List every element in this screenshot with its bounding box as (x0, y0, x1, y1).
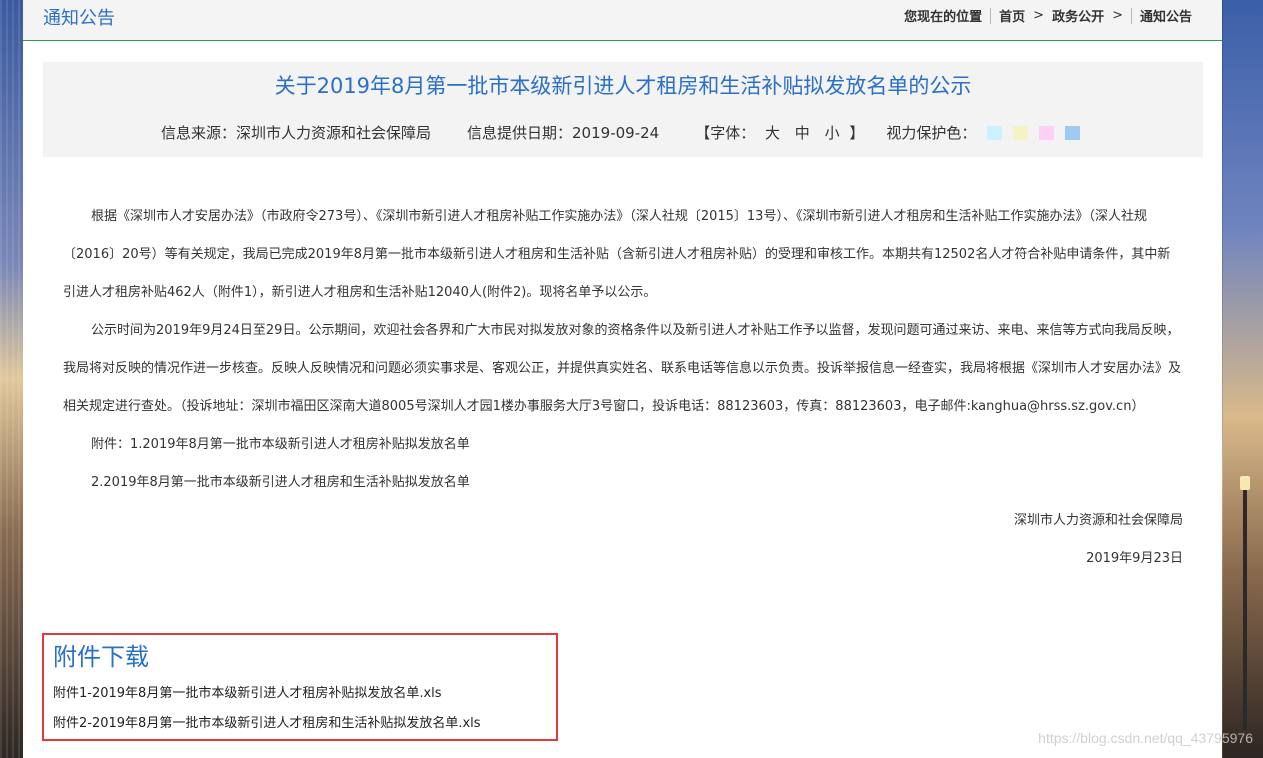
font-small-button[interactable]: 小 (825, 124, 840, 142)
background-left-scenery (0, 0, 23, 758)
attachment-1-link[interactable]: 附件1-2019年8月第一批市本级新引进人才租房补贴拟发放名单.xls (53, 682, 442, 701)
signature: 深圳市人力资源和社会保障局 (1013, 513, 1183, 528)
attachment-note-1: 附件：1.2019年8月第一批市本级新引进人才租房补贴拟发放名单 (91, 437, 470, 452)
breadcrumb-divider (990, 7, 992, 24)
top-bar: 通知公告 您现在的位置 首页 > 政务公开 > 通知公告 (23, 0, 1222, 41)
font-size-label-close: 】 (849, 124, 865, 142)
font-medium-button[interactable]: 中 (795, 124, 810, 142)
breadcrumb-arrow: > (1033, 8, 1045, 23)
breadcrumb-notices-link[interactable]: 通知公告 (1140, 6, 1192, 25)
info-date: 信息提供日期：2019-09-24 (467, 124, 660, 142)
page-container: 通知公告 您现在的位置 首页 > 政务公开 > 通知公告 关于2019年8月第一… (23, 0, 1222, 758)
breadcrumb-arrow: > (1112, 8, 1123, 23)
eye-care-swatch-yellow[interactable] (1013, 125, 1029, 140)
article-meta: 信息来源：深圳市人力资源和社会保障局 信息提供日期：2019-09-24 【字体… (161, 122, 1081, 143)
signature-date: 2019年9月23日 (1086, 551, 1183, 566)
breadcrumb-home-link[interactable]: 首页 (999, 6, 1025, 25)
article-title: 关于2019年8月第一批市本级新引进人才租房和生活补贴拟发放名单的公示 (274, 74, 972, 98)
breadcrumb-location-label: 您现在的位置 (904, 10, 983, 25)
body-paragraph-2: 公示时间为2019年9月24日至29日。公示期间，欢迎社会各界和广大市民对拟发放… (63, 323, 1182, 414)
breadcrumb: 您现在的位置 首页 > 政务公开 > 通知公告 (904, 6, 1192, 25)
watermark-text: https://blog.csdn.net/qq_43795976 (1038, 730, 1253, 746)
font-size-label: 【字体： (695, 124, 756, 142)
body-paragraph-1: 根据《深圳市人才安居办法》（市政府令273号）、《深圳市新引进人才租房补贴工作实… (63, 209, 1171, 300)
font-large-button[interactable]: 大 (765, 124, 780, 142)
section-title: 通知公告 (43, 8, 115, 29)
attachment-download-title: 附件下载 (53, 643, 149, 671)
font-size-control: 【字体： 大 中 小 】 (695, 122, 864, 143)
article-header: 关于2019年8月第一批市本级新引进人才租房和生活补贴拟发放名单的公示 信息来源… (43, 62, 1203, 157)
breadcrumb-divider (1130, 7, 1132, 24)
breadcrumb-gov-affairs-link[interactable]: 政务公开 (1052, 6, 1104, 25)
eye-care-swatch-sky[interactable] (1065, 125, 1081, 140)
eye-care-label: 视力保护色： (886, 124, 977, 142)
street-lamp-graphic (1243, 480, 1247, 730)
article-body: 根据《深圳市人才安居办法》（市政府令273号）、《深圳市新引进人才租房补贴工作实… (63, 198, 1183, 578)
attachment-download-box: 附件下载 附件1-2019年8月第一批市本级新引进人才租房补贴拟发放名单.xls… (42, 633, 558, 741)
street-lamp-light (1240, 476, 1250, 490)
info-source: 信息来源：深圳市人力资源和社会保障局 (161, 124, 432, 142)
eye-care-swatch-pink[interactable] (1039, 125, 1055, 140)
attachment-note-2: 2.2019年8月第一批市本级新引进人才租房和生活补贴拟发放名单 (91, 475, 470, 490)
eye-care-swatch-blue[interactable] (987, 125, 1003, 140)
attachment-2-link[interactable]: 附件2-2019年8月第一批市本级新引进人才租房和生活补贴拟发放名单.xls (53, 712, 481, 731)
